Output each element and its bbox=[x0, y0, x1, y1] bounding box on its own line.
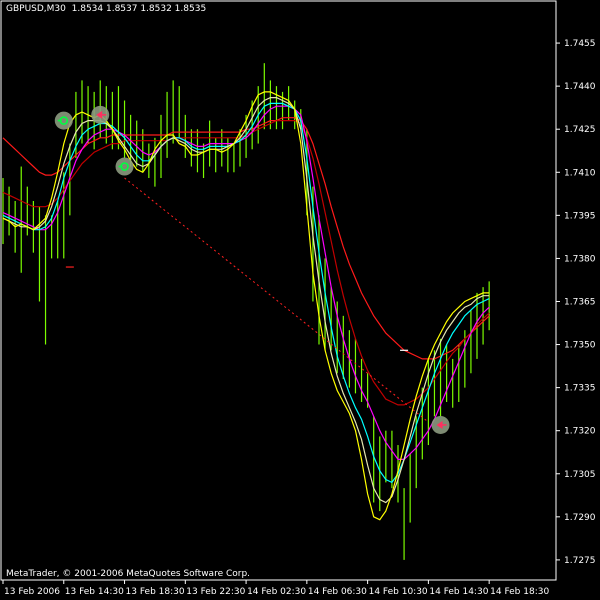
symbol-label: GBPUSD,M30 bbox=[6, 4, 66, 14]
y-tick-label: 1.7335 bbox=[564, 384, 596, 394]
y-tick-label: 1.7410 bbox=[564, 168, 596, 178]
copyright-text: MetaTrader, © 2001-2006 MetaQuotes Softw… bbox=[6, 569, 251, 579]
y-tick-label: 1.7395 bbox=[564, 211, 596, 221]
chart-header: GBPUSD,M30 1.8534 1.8537 1.8532 1.8535 bbox=[6, 4, 206, 14]
x-tick-label: 13 Feb 22:30 bbox=[186, 587, 245, 597]
y-tick-label: 1.7380 bbox=[564, 254, 596, 264]
y-tick-label: 1.7275 bbox=[564, 556, 596, 566]
buy-signal-icon bbox=[115, 157, 134, 176]
y-tick-label: 1.7350 bbox=[564, 341, 596, 351]
y-tick-label: 1.7305 bbox=[564, 470, 596, 480]
y-tick-label: 1.7320 bbox=[564, 427, 596, 437]
y-tick-label: 1.7365 bbox=[564, 297, 596, 307]
y-tick-label: 1.7290 bbox=[564, 513, 596, 523]
x-tick-label: 14 Feb 06:30 bbox=[308, 587, 367, 597]
x-tick-label: 13 Feb 14:30 bbox=[65, 587, 124, 597]
quote-values: 1.8534 1.8537 1.8532 1.8535 bbox=[71, 4, 207, 14]
x-tick-label: 13 Feb 18:30 bbox=[126, 587, 185, 597]
sell-signal-icon bbox=[431, 415, 450, 434]
y-tick-label: 1.7425 bbox=[564, 125, 596, 135]
trendline bbox=[65, 177, 429, 423]
x-tick-label: 14 Feb 02:30 bbox=[247, 587, 306, 597]
axes: 1.7455 1.7440 1.7425 1.7410 1.7395 1.7380 1.73… bbox=[0, 0, 596, 597]
y-tick-label: 1.7455 bbox=[564, 39, 596, 49]
x-tick-label: 14 Feb 14:30 bbox=[429, 587, 488, 597]
ma-line-2 bbox=[2, 120, 490, 406]
price-chart[interactable]: 1.7455 1.7440 1.7425 1.7410 1.7395 1.7380 1.73… bbox=[0, 0, 600, 600]
y-tick-label: 1.7440 bbox=[564, 82, 596, 92]
plot-frame bbox=[0, 0, 557, 581]
sell-signal-icon bbox=[91, 105, 110, 124]
ma-line-3 bbox=[2, 105, 490, 460]
dotted-trendline bbox=[124, 177, 429, 423]
buy-signal-icon bbox=[54, 111, 73, 130]
x-tick-label: 13 Feb 2006 bbox=[4, 587, 60, 597]
x-tick-label: 14 Feb 18:30 bbox=[490, 587, 549, 597]
signal-markers bbox=[54, 105, 450, 434]
x-tick-label: 14 Feb 10:30 bbox=[369, 587, 428, 597]
